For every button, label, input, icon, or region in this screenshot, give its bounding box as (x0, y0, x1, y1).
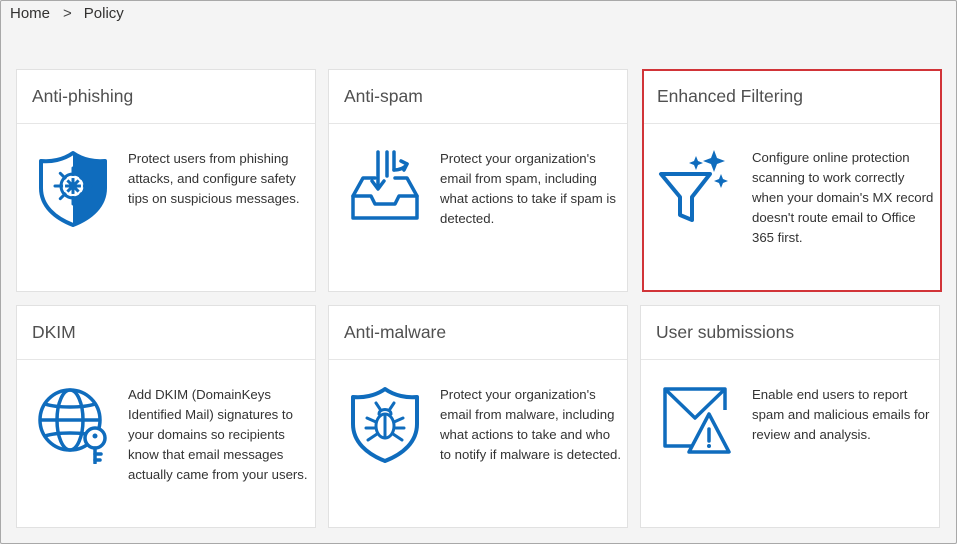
card-title: DKIM (32, 322, 76, 342)
card-title: Anti-phishing (32, 86, 134, 106)
card-enhanced-filtering[interactable]: Enhanced Filtering Configure online prot… (642, 69, 942, 292)
card-description: Enable end users to report spam and mali… (752, 387, 930, 442)
card-divider (641, 359, 939, 360)
card-title: Anti-spam (344, 86, 423, 106)
card-description: Protect your organization's email from m… (440, 387, 622, 462)
breadcrumb-home-link[interactable]: Home (10, 5, 50, 22)
card-divider (644, 123, 940, 124)
card-title: User submissions (656, 322, 795, 342)
inbox-filter-icon (349, 148, 421, 228)
card-dkim[interactable]: DKIM Add DKIM (DomainKeys Identified Mai… (16, 305, 316, 528)
card-divider (329, 359, 627, 360)
card-description: Protect your organization's email from s… (440, 151, 616, 226)
card-anti-spam[interactable]: Anti-spam Protect your organization's em… (328, 69, 628, 292)
card-description: Add DKIM (DomainKeys Identified Mail) si… (128, 387, 308, 482)
card-anti-malware[interactable]: Anti-malware Protect your organization's… (328, 305, 628, 528)
card-description: Protect users from phishing attacks, and… (128, 151, 300, 206)
card-description: Configure online protection scanning to … (752, 150, 934, 245)
shield-ship-wheel-icon (37, 148, 109, 228)
shield-bug-icon (349, 384, 421, 464)
card-divider (17, 123, 315, 124)
card-title: Anti-malware (344, 322, 447, 342)
envelope-warning-icon (661, 384, 733, 464)
funnel-sparkle-icon (658, 147, 730, 227)
card-divider (329, 123, 627, 124)
card-divider (17, 359, 315, 360)
card-user-submissions[interactable]: User submissions Enable end users to rep… (640, 305, 940, 528)
page-frame: Home > Policy Anti-phishing Protect user… (0, 0, 957, 544)
breadcrumb: Home > Policy (10, 5, 124, 22)
card-anti-phishing[interactable]: Anti-phishing Protect users from phishin… (16, 69, 316, 292)
globe-key-icon (37, 384, 109, 465)
breadcrumb-current: Policy (83, 5, 124, 22)
card-title: Enhanced Filtering (657, 86, 803, 106)
breadcrumb-separator: > (63, 5, 72, 22)
